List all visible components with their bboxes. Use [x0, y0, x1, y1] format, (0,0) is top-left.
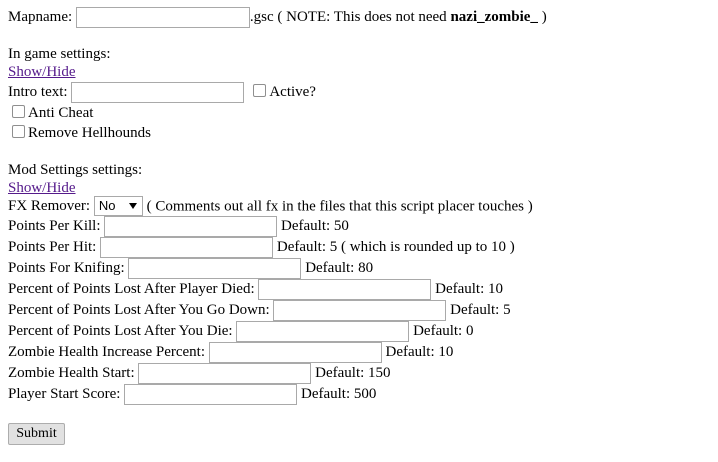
fx-remover-note: ( Comments out all fx in the files that … — [146, 198, 533, 215]
field-default: Default: 10 — [385, 343, 454, 360]
intro-row: Intro text: Active? — [8, 82, 316, 103]
field-label: Points Per Kill: — [8, 217, 101, 234]
mapname-bold-note: nazi_zombie_ — [450, 8, 538, 25]
field-row: Points Per Kill: Default: 50 — [8, 216, 349, 237]
mapname-suffix: .gsc ( NOTE: This does not need — [249, 8, 451, 25]
field-default: Default: 10 — [435, 280, 504, 297]
points-lost-you-die-input[interactable] — [236, 321, 410, 342]
active-label: Active? — [269, 83, 316, 100]
mapname-input[interactable] — [75, 7, 250, 28]
field-row: Player Start Score: Default: 500 — [8, 384, 376, 405]
field-label: Points For Knifing: — [8, 259, 125, 276]
field-default: Default: 150 — [315, 364, 391, 381]
field-default: Default: 5 — [450, 301, 511, 318]
fx-remover-selected: No — [98, 198, 116, 213]
field-row: Points For Knifing: Default: 80 — [8, 258, 373, 279]
points-lost-go-down-input[interactable] — [273, 300, 447, 321]
mapname-close: ) — [537, 8, 547, 25]
field-label: Player Start Score: — [8, 385, 121, 402]
points-for-knifing-input[interactable] — [128, 258, 302, 279]
field-label: Percent of Points Lost After You Die: — [8, 322, 233, 339]
fx-remover-label: FX Remover: — [8, 198, 91, 215]
field-default: Default: 5 ( which is rounded up to 10 ) — [276, 238, 515, 255]
field-default: Default: 0 — [413, 322, 474, 339]
submit-button[interactable]: Submit — [8, 423, 65, 445]
points-lost-player-died-input[interactable] — [258, 279, 432, 300]
field-row: Percent of Points Lost After You Die: De… — [8, 321, 473, 342]
field-row: Percent of Points Lost After You Go Down… — [8, 300, 511, 321]
points-per-kill-input[interactable] — [104, 216, 278, 237]
field-default: Default: 50 — [281, 217, 349, 234]
ingame-show-hide-link[interactable]: Show/Hide — [8, 64, 76, 80]
field-label: Percent of Points Lost After You Go Down… — [8, 301, 270, 318]
field-row: Points Per Hit: Default: 5 ( which is ro… — [8, 237, 515, 258]
active-checkbox[interactable] — [253, 84, 267, 97]
field-row: Zombie Health Start: Default: 150 — [8, 363, 391, 384]
field-default: Default: 80 — [305, 259, 374, 276]
remove-hellhounds-checkbox[interactable] — [12, 125, 25, 139]
points-per-hit-input[interactable] — [100, 237, 274, 258]
ingame-heading: In game settings: — [8, 46, 111, 62]
remove-hellhounds-label: Remove Hellhounds — [28, 125, 151, 141]
anti-cheat-checkbox[interactable] — [12, 105, 25, 119]
field-label: Percent of Points Lost After Player Died… — [8, 280, 255, 297]
hellhounds-row: Remove Hellhounds — [9, 124, 151, 142]
intro-label: Intro text: — [8, 83, 68, 100]
anti-cheat-label: Anti Cheat — [28, 105, 94, 121]
field-label: Points Per Hit: — [8, 238, 97, 255]
field-default: Default: 500 — [300, 385, 377, 402]
mod-heading: Mod Settings settings: — [8, 162, 143, 178]
field-label: Zombie Health Start: — [8, 364, 135, 381]
intro-text-input[interactable] — [71, 82, 245, 103]
mapname-row: Mapname: .gsc ( NOTE: This does not need… — [8, 7, 547, 28]
chevron-down-icon — [128, 203, 137, 209]
player-start-score-input[interactable] — [124, 384, 298, 405]
fx-remover-select[interactable]: No — [93, 196, 143, 216]
field-row: Zombie Health Increase Percent: Default:… — [8, 342, 453, 363]
field-row: Percent of Points Lost After Player Died… — [8, 279, 503, 300]
anticheat-row: Anti Cheat — [9, 104, 93, 122]
zombie-health-increase-input[interactable] — [208, 342, 382, 363]
field-label: Zombie Health Increase Percent: — [8, 343, 205, 360]
fx-remover-row: FX Remover: No ( Comments out all fx in … — [8, 196, 533, 217]
zombie-health-start-input[interactable] — [138, 363, 312, 384]
mapname-label: Mapname: — [8, 8, 73, 25]
mod-show-hide-link[interactable]: Show/Hide — [8, 180, 76, 196]
